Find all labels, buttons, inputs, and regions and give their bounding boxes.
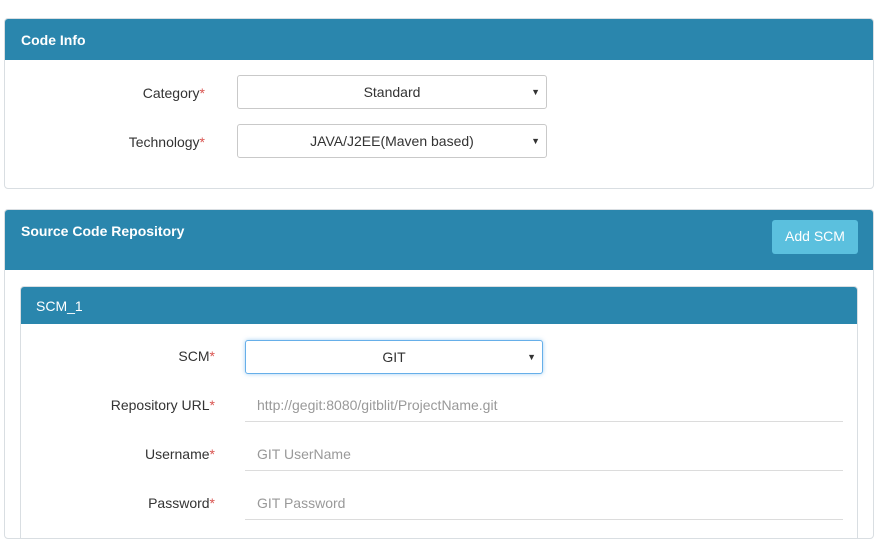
caret-down-icon: ▼ <box>531 87 540 97</box>
source-repo-title: Source Code Repository <box>21 223 185 239</box>
scm-1-panel: SCM_1 SCM* GIT ▼ Repository URL* http://… <box>20 286 858 538</box>
required-mark: * <box>209 446 215 462</box>
technology-select[interactable]: JAVA/J2EE(Maven based) ▼ <box>237 124 547 158</box>
source-repo-panel: Source Code Repository Add SCM SCM_1 SCM… <box>4 209 874 539</box>
caret-down-icon: ▼ <box>527 352 536 362</box>
scm-label: SCM* <box>178 348 215 364</box>
category-label: Category* <box>142 85 205 101</box>
required-mark: * <box>199 85 205 101</box>
password-label: Password* <box>148 495 215 511</box>
required-mark: * <box>209 495 215 511</box>
username-input[interactable]: GIT UserName <box>245 439 843 471</box>
required-mark: * <box>209 348 215 364</box>
scm-select-value: GIT <box>382 349 406 365</box>
code-info-title: Code Info <box>21 32 86 48</box>
required-mark: * <box>199 134 205 150</box>
scm-1-header: SCM_1 <box>21 287 857 324</box>
technology-select-value: JAVA/J2EE(Maven based) <box>310 133 474 149</box>
repository-url-input[interactable]: http://gegit:8080/gitblit/ProjectName.gi… <box>245 390 843 422</box>
scm-1-title: SCM_1 <box>36 298 83 314</box>
scm-select[interactable]: GIT ▼ <box>245 340 543 374</box>
required-mark: * <box>209 397 215 413</box>
caret-down-icon: ▼ <box>531 136 540 146</box>
category-select-value: Standard <box>363 84 421 100</box>
source-repo-header: Source Code Repository Add SCM <box>5 210 873 270</box>
repository-url-label: Repository URL* <box>110 397 215 413</box>
technology-label: Technology* <box>128 134 205 150</box>
category-select[interactable]: Standard ▼ <box>237 75 547 109</box>
username-label: Username* <box>144 446 215 462</box>
code-info-header: Code Info <box>5 19 873 60</box>
code-info-panel: Code Info Category* Standard ▼ Technolog… <box>4 18 874 189</box>
add-scm-button[interactable]: Add SCM <box>772 220 858 254</box>
password-input[interactable]: GIT Password <box>245 488 843 520</box>
